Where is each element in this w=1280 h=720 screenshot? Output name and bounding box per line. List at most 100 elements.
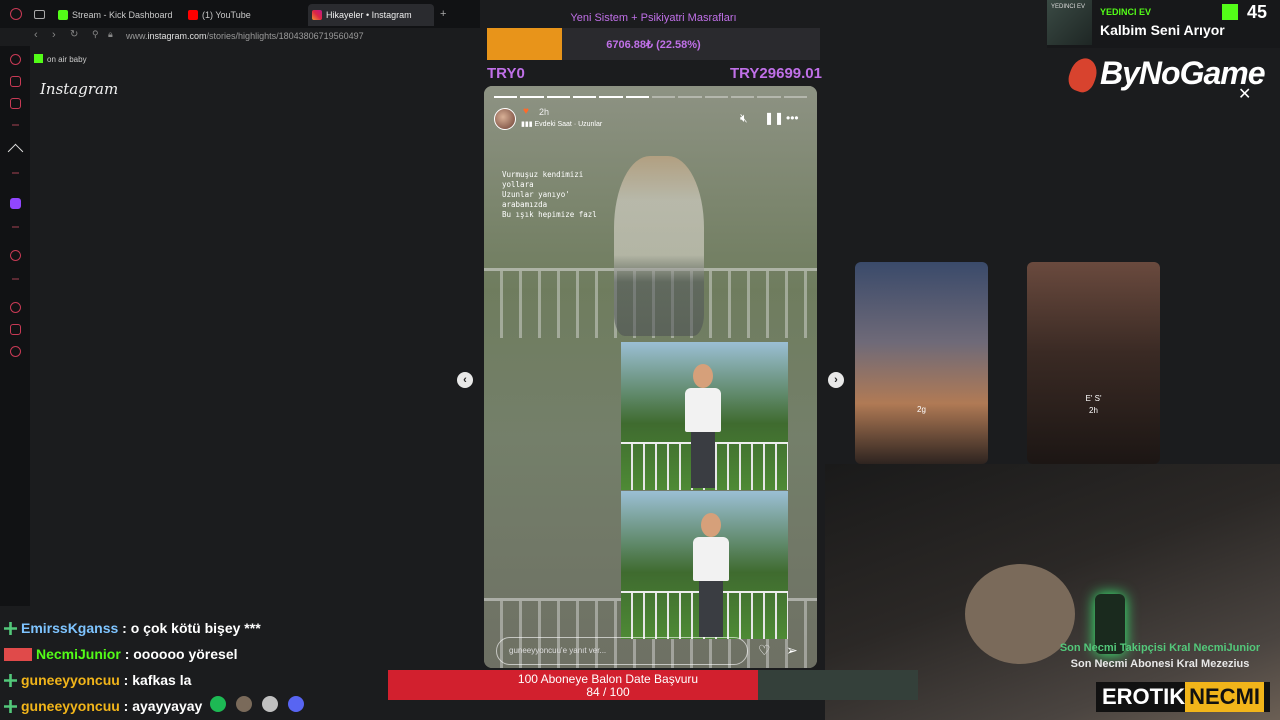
sidebar-divider [12,124,19,126]
discord-icon[interactable] [288,696,304,712]
person-head [693,364,713,388]
story-segment [704,96,728,98]
tab-youtube[interactable]: (1) YouTube [184,4,251,26]
player-icon[interactable] [10,250,21,261]
forward-icon[interactable]: › [52,29,56,41]
viewer-count: 45 [1247,2,1268,22]
avatar[interactable] [494,108,516,130]
person-legs [691,432,715,488]
chat-message: guneeyyoncuu : kafkas la [4,672,191,688]
chat-username: EmirssKganss [21,620,119,636]
badge-icon [4,648,32,661]
sub-goal-title: 100 Aboneye Balon Date Başvuru [517,672,699,686]
story-segment [783,96,807,98]
donation-amount: 6706.88₺ (22.58%) [606,39,701,51]
speed-dial-icon[interactable] [10,54,21,65]
gmail-icon[interactable] [10,98,21,109]
twitch-icon[interactable] [10,198,21,209]
brand-white: EROTIK [1102,684,1186,709]
bookmark-item[interactable]: on air baby [34,54,87,64]
story-segment [520,96,544,98]
sidebar-divider [12,278,19,280]
reply-input[interactable]: guneeyyoncuu'e yanıt ver... [496,637,748,665]
sub-goal-bar: 100 Aboneye Balon Date Başvuru 84 / 100 [388,670,918,700]
url-path: /stories/highlights/18043806719560497 [206,31,364,41]
reload-icon[interactable]: ↻ [70,29,78,40]
story-segment [625,96,649,98]
instagram-logo[interactable]: Instagram [40,80,118,98]
tab-instagram[interactable]: Hikayeler • Instagram [308,4,434,26]
kick-icon [1222,4,1238,20]
story-viewer[interactable]: ♥ 2h ▮▮▮ Evdeki Saat · Uzunlar 🔇︎ ❚❚ •••… [484,86,817,668]
person-legs [699,581,723,637]
browser-tab-bar: Stream - Kick Dashboard (1) YouTube Hika… [0,0,480,28]
music-label[interactable]: ▮▮▮ Evdeki Saat · Uzunlar [521,120,602,128]
previous-story-button[interactable]: ‹ [457,372,473,388]
person-top [685,388,721,432]
chat-text: : kafkas la [119,672,192,688]
tab-island-icon[interactable] [34,10,45,19]
photo-person [691,513,731,637]
story-segment [678,96,702,98]
track-title: Kalbim Seni Arıyor [1100,22,1225,38]
lock-icon: 🔒︎ [108,29,113,39]
more-icon[interactable]: ••• [786,111,799,125]
story-photo [621,342,788,490]
donation-goal-title: Yeni Sistem + Psikiyatri Masrafları [570,12,737,24]
mute-icon[interactable]: 🔇︎ [740,111,748,126]
badge-icon [4,674,17,687]
kick-icon [34,54,43,63]
instagram-icon [312,10,322,20]
donation-min: TRY0 [487,65,525,82]
chat-username: guneeyyoncuu [21,672,120,688]
url-host: instagram.com [147,31,207,41]
like-icon[interactable]: ♡ [758,642,771,659]
next-story-button[interactable]: › [828,372,844,388]
thumbnail-label: 2g [917,405,926,414]
new-tab-button[interactable]: + [440,8,446,20]
share-icon[interactable]: ⚲ [92,29,99,40]
tab-label: Hikayeler • Instagram [326,10,412,20]
sidebar-divider [12,226,19,228]
story-segment [599,96,623,98]
sidebar-divider [12,172,19,174]
pause-icon[interactable]: ❚❚ [764,111,784,125]
history-icon[interactable] [10,302,21,313]
story-photo [621,491,788,639]
kick-icon [58,10,68,20]
story-thumbnail[interactable]: 2g [855,262,988,464]
opera-icon[interactable] [10,8,22,20]
story-thumbnail[interactable]: E' S' 2h [1027,262,1160,464]
taskbar [40,692,340,716]
close-icon[interactable]: ✕ [1238,84,1251,104]
story-progress-bar [494,96,807,98]
extensions-icon[interactable] [10,324,21,335]
browser-sidebar [0,46,30,606]
brand-yellow: NECMI [1185,682,1265,712]
badge-icon [4,622,17,635]
spotify-icon[interactable] [210,696,226,712]
url-field[interactable]: www.instagram.com/stories/highlights/180… [126,31,364,41]
app-icon[interactable] [262,696,278,712]
latest-follower: Son Necmi Takipçisi Kral NecmiJunior [1059,642,1261,654]
donation-max: TRY29699.01 [729,65,822,82]
send-icon[interactable]: ➢ [786,642,798,659]
chat-message: NecmiJunior : oooooo yöresel [4,646,238,662]
aria-icon[interactable] [7,143,24,160]
now-playing-widget: YEDINCI EV YEDINCI EV Kalbim Seni Arıyor… [1047,0,1280,48]
person-top [693,537,729,581]
person-head [701,513,721,537]
album-text: YEDINCI EV [1051,4,1086,10]
tab-kick-dashboard[interactable]: Stream - Kick Dashboard [54,4,173,26]
messenger-icon[interactable] [10,76,21,87]
bookmark-label: on air baby [47,55,87,64]
story-segment [757,96,781,98]
bynogame-logo-icon [1064,54,1102,96]
back-icon[interactable]: ‹ [34,29,38,41]
album-art: YEDINCI EV [1047,0,1092,45]
photo-person [683,364,723,488]
audio-icon[interactable] [236,696,252,712]
story-time: 2h [539,107,550,117]
stream-screen: Stream - Kick Dashboard (1) YouTube Hika… [0,0,1280,720]
settings-icon[interactable] [10,346,21,357]
